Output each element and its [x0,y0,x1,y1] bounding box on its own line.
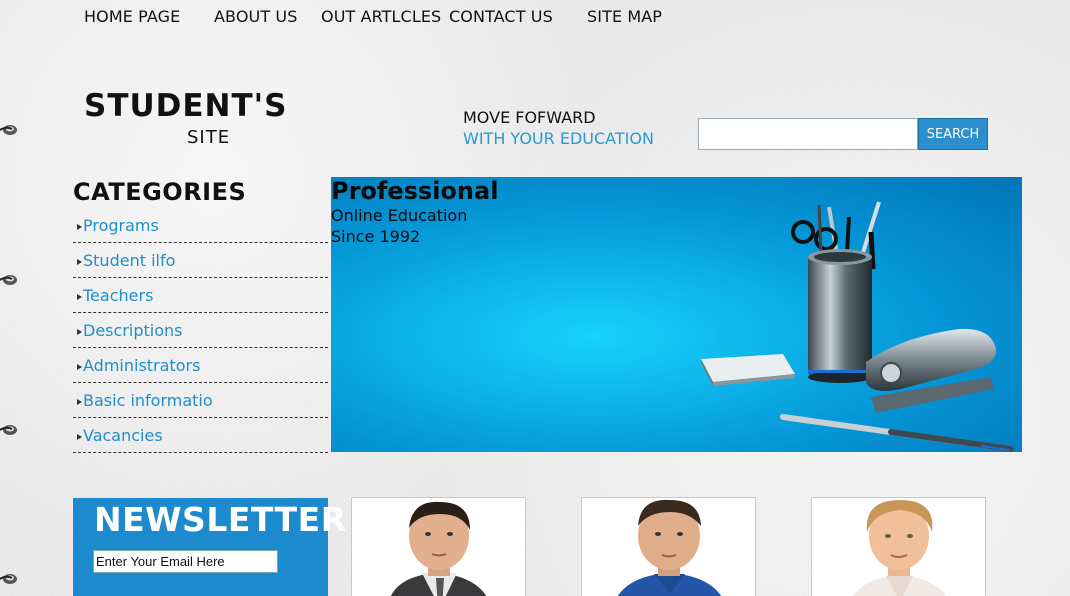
bullet-arrow-icon [77,329,82,335]
list-item: Administrators [73,348,328,383]
search-input[interactable] [698,118,918,150]
list-item: Teachers [73,278,328,313]
logo-subtitle: SITE [187,127,231,148]
category-link[interactable]: Basic informatio [83,391,213,410]
categories-list: Programs Student ilfo Teachers Descripti… [73,208,328,453]
office-supplies-image [701,201,1014,452]
search-button[interactable]: SEARCH [918,118,988,150]
nav-about-us[interactable]: ABOUT US [214,7,297,26]
spiral-ring-icon [0,423,20,437]
banner-heading: Professional [331,177,499,205]
list-item: Basic informatio [73,383,328,418]
tagline-line1: MOVE FOFWARD [463,108,596,127]
nav-contact-us[interactable]: CONTACT US [449,7,553,26]
newsletter-email-input[interactable] [93,550,278,573]
bullet-arrow-icon [77,434,82,440]
bullet-arrow-icon [77,399,82,405]
spiral-ring-icon [0,572,20,586]
bullet-arrow-icon [77,259,82,265]
banner-line2: Since 1992 [331,227,421,246]
category-link[interactable]: Descriptions [83,321,182,340]
category-link[interactable]: Administrators [83,356,200,375]
banner-line1: Online Education [331,206,468,225]
spiral-ring-icon [0,273,20,287]
newsletter-box: NEWSLETTER [73,498,346,596]
category-link[interactable]: Vacancies [83,426,163,445]
list-item: Student ilfo [73,243,328,278]
bullet-arrow-icon [77,224,82,230]
list-item: Descriptions [73,313,328,348]
tagline-line2: WITH YOUR EDUCATION [463,129,654,148]
category-link[interactable]: Student ilfo [83,251,175,270]
bullet-arrow-icon [77,294,82,300]
logo-title: STUDENT'S [84,88,288,124]
list-item: Vacancies [73,418,328,453]
bullet-arrow-icon [77,364,82,370]
category-link[interactable]: Teachers [83,286,153,305]
nav-home-page[interactable]: HOME PAGE [84,7,180,26]
nav-our-articles[interactable]: OUT ARTLCLES [321,7,441,26]
categories-title: CATEGORIES [73,178,247,206]
person-photo [351,497,526,596]
category-link[interactable]: Programs [83,216,159,235]
nav-site-map[interactable]: SITE MAP [587,7,662,26]
spiral-ring-icon [0,123,20,137]
person-photo [811,497,986,596]
person-photo [581,497,756,596]
list-item: Programs [73,208,328,243]
newsletter-title: NEWSLETTER [94,500,347,539]
hero-banner: Professional Online Education Since 1992 [331,177,1022,452]
